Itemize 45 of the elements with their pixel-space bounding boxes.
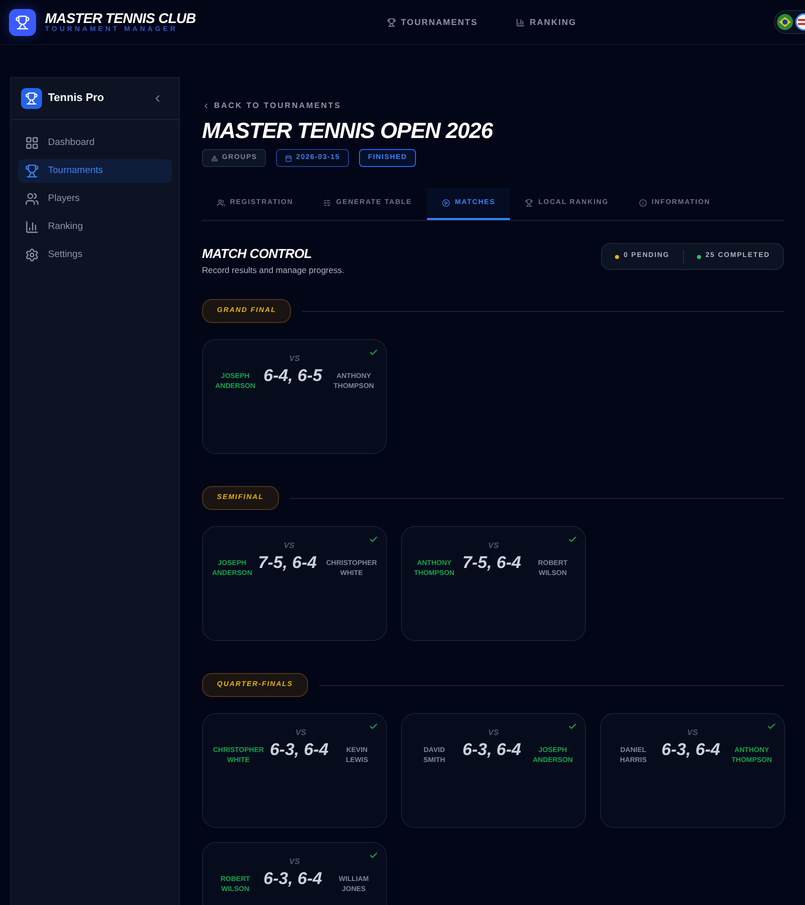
users-icon — [25, 192, 39, 206]
tournament-title: MASTER TENNIS OPEN 2026 — [202, 118, 494, 144]
vs-label: VS — [289, 857, 300, 868]
users-icon — [217, 199, 225, 207]
trophy-icon — [25, 92, 38, 105]
brand-name: Tennis Pro — [48, 91, 104, 106]
score-text: 6-3, 6-4 — [264, 869, 324, 890]
section-subtitle: Record results and manage progress. — [202, 264, 344, 276]
back-link[interactable]: BACK TO TOURNAMENTS — [202, 100, 784, 112]
trophy-icon — [525, 199, 534, 207]
trophy-icon — [15, 14, 30, 30]
sliders-icon — [323, 199, 332, 207]
vs-label: VS — [289, 354, 300, 364]
play-icon — [442, 199, 450, 207]
sidebar-item[interactable]: Ranking — [18, 215, 172, 239]
sidebar-item[interactable]: Tournaments — [18, 159, 172, 183]
vs-label: VS — [687, 728, 698, 738]
sidebar-item[interactable]: Settings — [18, 243, 172, 267]
section-title: MATCH CONTROL — [202, 245, 313, 263]
vs-label: VS — [284, 541, 294, 552]
score-text: 6-4, 6-5 — [264, 366, 324, 386]
nav-link[interactable]: RANKING — [516, 16, 576, 28]
info-icon — [638, 199, 647, 207]
calendar-icon — [285, 154, 292, 162]
score-text: 6-3, 6-4 — [462, 740, 522, 760]
shapes-icon — [211, 154, 218, 162]
nav-link[interactable]: TOURNAMENTS — [386, 16, 478, 28]
app-title: MASTER TENNIS CLUB — [45, 10, 196, 26]
score-text: 6-3, 6-4 — [662, 740, 722, 760]
bar-chart-icon — [25, 220, 39, 234]
vs-label: VS — [295, 728, 306, 738]
score-text: 6-3, 6-4 — [270, 740, 330, 760]
brazil-flag-icon[interactable] — [777, 14, 793, 30]
score-text: 7-5, 6-4 — [462, 553, 522, 574]
grid-icon — [25, 136, 39, 150]
chevron-left-icon — [202, 102, 210, 110]
trophy-icon — [386, 18, 396, 26]
sidebar-item[interactable]: Players — [18, 187, 172, 211]
bar-chart-icon — [516, 18, 525, 26]
score-text: 7-5, 6-4 — [258, 553, 318, 574]
trophy-icon — [25, 164, 39, 178]
vs-label: VS — [488, 728, 499, 738]
vs-label: VS — [488, 541, 499, 552]
sidebar-item[interactable]: Dashboard — [18, 131, 172, 155]
settings-icon — [25, 248, 39, 262]
